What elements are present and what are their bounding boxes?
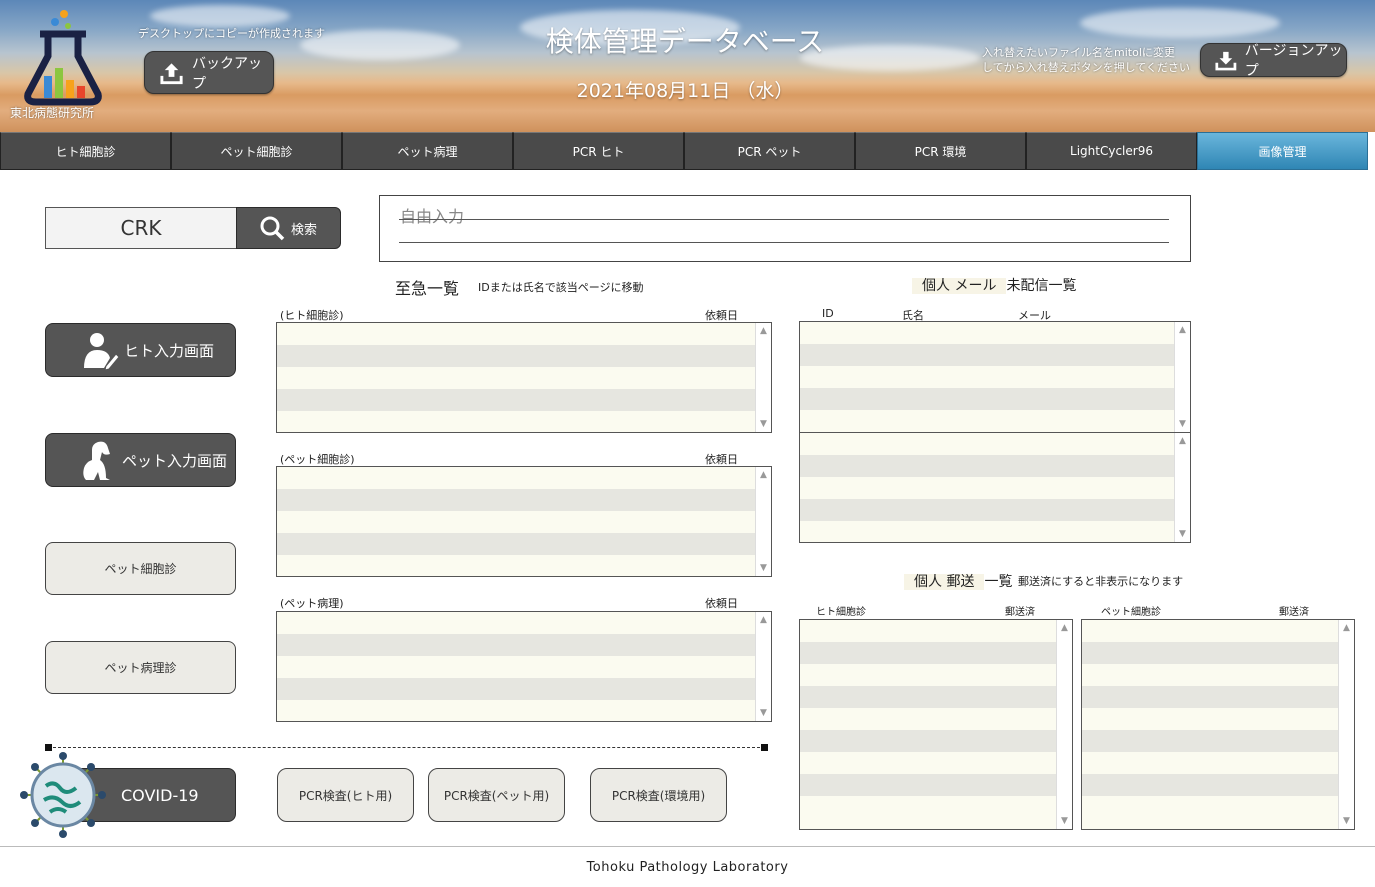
pet-input-button[interactable]: ペット入力画面 xyxy=(45,433,236,487)
free-input-box[interactable]: 自由入力 xyxy=(379,195,1191,262)
tab-pet-pathology[interactable]: ペット病理 xyxy=(342,132,513,170)
pet-pathology-button[interactable]: ペット病理診 xyxy=(45,641,236,694)
tab-pcr-pet[interactable]: PCR ペット xyxy=(684,132,855,170)
tab-lightcycler96[interactable]: LightCycler96 xyxy=(1026,132,1197,170)
search-icon xyxy=(260,216,285,241)
scroll-up-icon[interactable]: ▲ xyxy=(1175,322,1190,338)
version-up-button[interactable]: バージョンアップ xyxy=(1200,43,1347,79)
current-date: 2021年08月11日 （水） xyxy=(576,80,794,102)
urgent-human-list[interactable]: ▲ ▼ xyxy=(276,322,772,433)
post-right-label: ペット細胞診 xyxy=(1101,607,1161,618)
divider xyxy=(48,747,765,748)
human-input-button[interactable]: ヒト入力画面 xyxy=(45,323,236,377)
virus-icon xyxy=(20,752,106,838)
scroll-down-icon[interactable]: ▼ xyxy=(1339,813,1354,829)
post-title-rest: 一覧 xyxy=(984,574,1013,590)
resize-handle[interactable] xyxy=(761,744,768,751)
tab-pet-cytology[interactable]: ペット細胞診 xyxy=(171,132,342,170)
scrollbar[interactable]: ▲ ▼ xyxy=(755,467,771,576)
urgent-pet-patho-list[interactable]: ▲ ▼ xyxy=(276,611,772,722)
search-input[interactable]: CRK xyxy=(45,207,237,249)
version-up-label: バージョンアップ xyxy=(1244,43,1343,79)
human-input-label: ヒト入力画面 xyxy=(124,341,215,360)
flask-logo-icon xyxy=(24,10,102,106)
request-date-label: 依頼日 xyxy=(705,453,738,466)
pet-cytology-button[interactable]: ペット細胞診 xyxy=(45,542,236,595)
free-input-placeholder: 自由入力 xyxy=(400,207,465,226)
post-title-highlight: 個人 郵送 xyxy=(904,574,985,590)
tab-pcr-human[interactable]: PCR ヒト xyxy=(513,132,684,170)
urgent-pet-patho-label: (ペット病理) xyxy=(280,597,344,610)
replace-note-2: してから入れ替えボタンを押してください xyxy=(982,61,1191,74)
pcr-human-button[interactable]: PCR検査(ヒト用) xyxy=(277,768,414,822)
logo-text: 東北病態研究所 xyxy=(10,106,95,120)
urgent-title: 至急一覧 xyxy=(395,279,460,298)
scrollbar[interactable]: ▲ ▼ xyxy=(1338,620,1354,829)
backup-button[interactable]: バックアップ xyxy=(144,51,274,94)
post-left-label: ヒト細胞診 xyxy=(816,607,866,618)
search-button-label: 検索 xyxy=(291,222,318,238)
scrollbar[interactable]: ▲ ▼ xyxy=(1174,433,1190,542)
scroll-down-icon[interactable]: ▼ xyxy=(756,705,771,721)
pcr-pet-button[interactable]: PCR検査(ペット用) xyxy=(428,768,565,822)
post-title: 個人 郵送 一覧 xyxy=(904,571,1012,591)
desktop-note: デスクトップにコピーが作成されます xyxy=(138,27,325,40)
nav-tabs: ヒト細胞診 ペット細胞診 ペット病理 PCR ヒト PCR ペット PCR 環境… xyxy=(0,132,1375,171)
post-pet-list[interactable]: ▲ ▼ xyxy=(1081,619,1355,830)
scroll-down-icon[interactable]: ▼ xyxy=(1175,416,1190,432)
urgent-pet-cyto-list[interactable]: ▲ ▼ xyxy=(276,466,772,577)
logo: 東北病態研究所 xyxy=(8,6,118,122)
backup-label: バックアップ xyxy=(192,55,263,92)
scroll-up-icon[interactable]: ▲ xyxy=(756,467,771,483)
replace-note-1: 入れ替えたいファイル名をmitolに変更 xyxy=(982,46,1175,59)
scroll-up-icon[interactable]: ▲ xyxy=(1057,620,1072,636)
urgent-pet-cyto-label: (ペット細胞診) xyxy=(280,453,355,466)
scroll-down-icon[interactable]: ▼ xyxy=(1057,813,1072,829)
scrollbar[interactable]: ▲ ▼ xyxy=(755,323,771,432)
mail-list-bottom[interactable]: ▲ ▼ xyxy=(799,432,1191,543)
post-hint: 郵送済にすると非表示になります xyxy=(1018,575,1184,588)
scrollbar[interactable]: ▲ ▼ xyxy=(755,612,771,721)
search-button[interactable]: 検索 xyxy=(236,207,341,249)
page-title: 検体管理データベース xyxy=(545,25,825,58)
scrollbar[interactable]: ▲ ▼ xyxy=(1056,620,1072,829)
scrollbar[interactable]: ▲ ▼ xyxy=(1174,322,1190,432)
scroll-up-icon[interactable]: ▲ xyxy=(756,612,771,628)
request-date-label: 依頼日 xyxy=(705,597,738,610)
post-right-sent: 郵送済 xyxy=(1279,607,1309,618)
tab-pcr-environment[interactable]: PCR 環境 xyxy=(855,132,1026,170)
urgent-human-label: (ヒト細胞診) xyxy=(280,309,344,322)
mail-title: 個人 メール 未配信一覧 xyxy=(912,275,1076,295)
urgent-hint: IDまたは氏名で該当ページに移動 xyxy=(478,281,644,294)
download-icon xyxy=(1215,51,1237,71)
scroll-up-icon[interactable]: ▲ xyxy=(1339,620,1354,636)
scroll-up-icon[interactable]: ▲ xyxy=(1175,433,1190,449)
resize-handle[interactable] xyxy=(45,744,52,751)
tab-human-cytology[interactable]: ヒト細胞診 xyxy=(0,132,171,170)
footer: Tohoku Pathology Laboratory xyxy=(0,846,1375,887)
upload-icon xyxy=(160,62,183,84)
covid-label: COVID-19 xyxy=(121,785,199,805)
scroll-down-icon[interactable]: ▼ xyxy=(756,416,771,432)
post-left-sent: 郵送済 xyxy=(1005,607,1035,618)
mail-col-id: ID xyxy=(822,307,834,320)
mail-list-top[interactable]: ▲ ▼ xyxy=(799,321,1191,433)
mail-title-highlight: 個人 メール xyxy=(912,278,1007,294)
person-edit-icon xyxy=(84,333,120,370)
pcr-environment-button[interactable]: PCR検査(環境用) xyxy=(590,768,727,822)
scroll-up-icon[interactable]: ▲ xyxy=(756,323,771,339)
post-human-list[interactable]: ▲ ▼ xyxy=(799,619,1073,830)
request-date-label: 依頼日 xyxy=(705,309,738,322)
dog-icon xyxy=(83,441,110,480)
pet-input-label: ペット入力画面 xyxy=(122,451,228,470)
scroll-down-icon[interactable]: ▼ xyxy=(756,560,771,576)
mail-title-rest: 未配信一覧 xyxy=(1006,278,1077,294)
scroll-down-icon[interactable]: ▼ xyxy=(1175,526,1190,542)
tab-image-management[interactable]: 画像管理 xyxy=(1197,132,1368,170)
